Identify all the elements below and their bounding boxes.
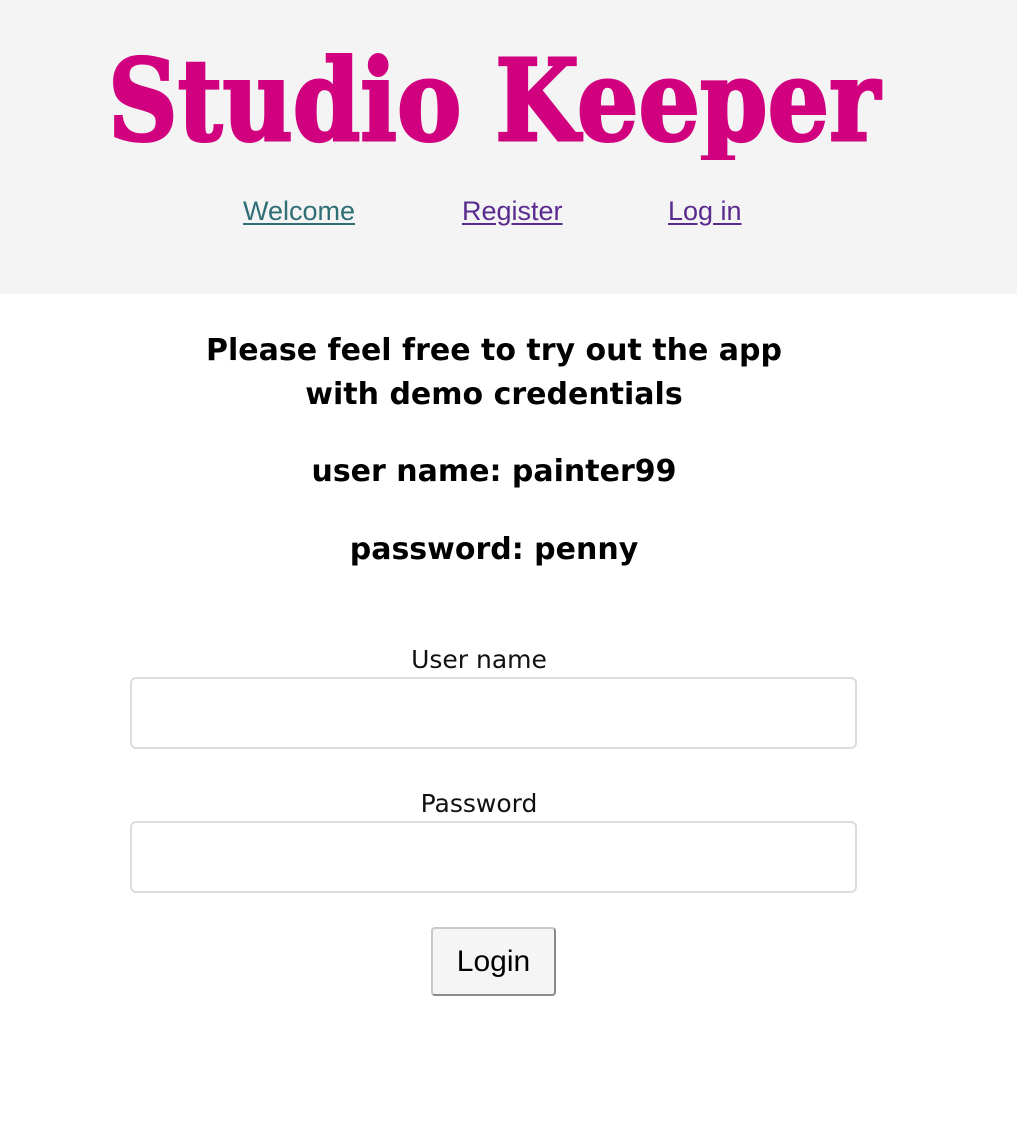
demo-intro-line-1: Please feel free to try out the app xyxy=(206,333,782,368)
username-label: User name xyxy=(411,645,547,674)
login-button[interactable]: Login xyxy=(431,927,556,996)
demo-password: password: penny xyxy=(349,532,639,567)
nav-link-welcome[interactable]: Welcome xyxy=(243,196,355,227)
nav-link-register[interactable]: Register xyxy=(462,196,563,227)
password-label: Password xyxy=(420,789,538,818)
main-nav: Welcome Register Log in xyxy=(0,196,1017,236)
demo-username: user name: painter99 xyxy=(311,454,677,489)
password-field[interactable] xyxy=(130,821,857,893)
site-logo: Studio Keeper xyxy=(108,30,888,161)
logo-wordmark: Studio Keeper xyxy=(108,35,883,161)
site-header: Studio Keeper Welcome Register Log in xyxy=(0,0,1017,294)
username-field[interactable] xyxy=(130,677,857,749)
logo-text: Studio Keeper xyxy=(108,36,882,160)
demo-intro-line-2: with demo credentials xyxy=(305,377,683,412)
nav-link-log-in[interactable]: Log in xyxy=(668,196,742,227)
